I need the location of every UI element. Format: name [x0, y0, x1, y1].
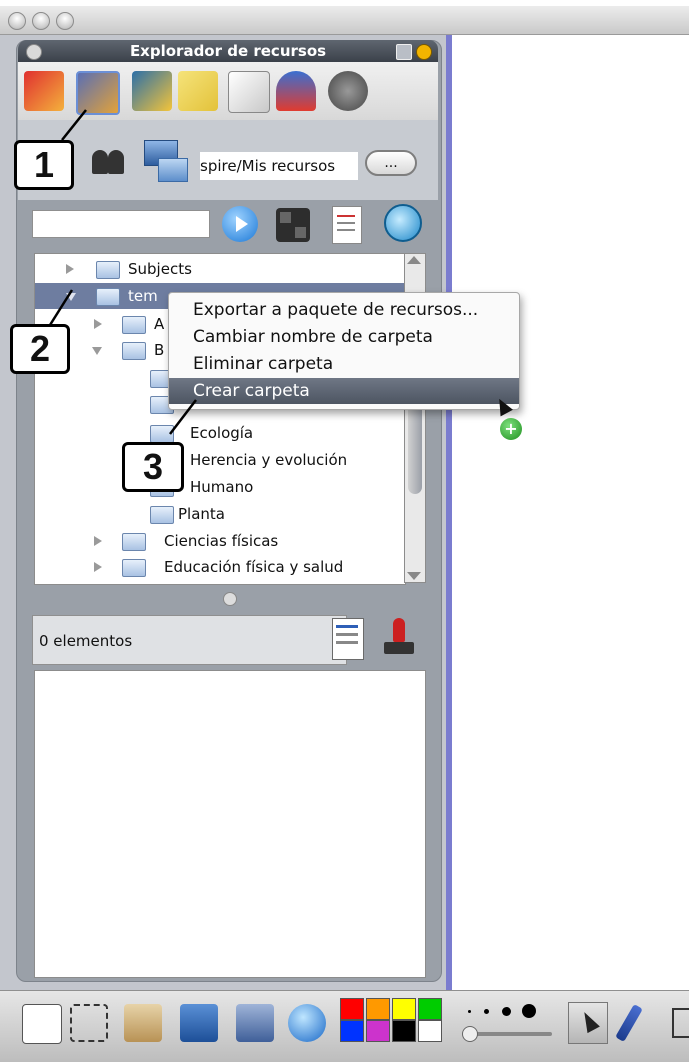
fullscreen-icon[interactable] — [70, 1004, 108, 1042]
stamp-icon[interactable] — [384, 618, 414, 658]
pen-width-dot[interactable] — [484, 1009, 489, 1014]
handwriting-icon[interactable] — [180, 1004, 218, 1042]
color-swatch-orange[interactable] — [366, 998, 390, 1020]
tools-icon[interactable] — [236, 1004, 274, 1042]
list-view-icon[interactable] — [332, 618, 364, 660]
callout-1: 1 — [14, 140, 74, 190]
browser-globe-icon[interactable] — [288, 1004, 326, 1042]
item-count-box: 0 elementos — [32, 615, 347, 665]
splitter-handle[interactable] — [223, 592, 237, 606]
callout-2-pointer — [48, 289, 74, 326]
eraser-tool-icon[interactable] — [672, 1008, 689, 1038]
callout-3-pointer — [169, 399, 197, 435]
callout-3: 3 — [122, 442, 184, 492]
color-swatch-black[interactable] — [392, 1020, 416, 1042]
select-tool-icon[interactable] — [568, 1002, 608, 1044]
color-swatch-red[interactable] — [340, 998, 364, 1020]
pen-width-dot[interactable] — [468, 1010, 471, 1013]
color-swatch-white[interactable] — [418, 1020, 442, 1042]
color-swatch-blue[interactable] — [340, 1020, 364, 1042]
pen-width-dot[interactable] — [522, 1004, 536, 1018]
pen-width-dot[interactable] — [502, 1007, 511, 1016]
color-swatch-yellow[interactable] — [392, 998, 416, 1020]
pen-width-slider[interactable] — [462, 1026, 552, 1042]
callout-2: 2 — [10, 324, 70, 374]
resource-items-list[interactable] — [34, 670, 426, 978]
desktop-annotate-icon[interactable] — [124, 1004, 162, 1042]
slider-thumb[interactable] — [462, 1026, 478, 1042]
callout-1-pointer — [61, 109, 87, 141]
main-menu-icon[interactable] — [22, 1004, 62, 1044]
color-swatch-purple[interactable] — [366, 1020, 390, 1042]
color-swatch-green[interactable] — [418, 998, 442, 1020]
